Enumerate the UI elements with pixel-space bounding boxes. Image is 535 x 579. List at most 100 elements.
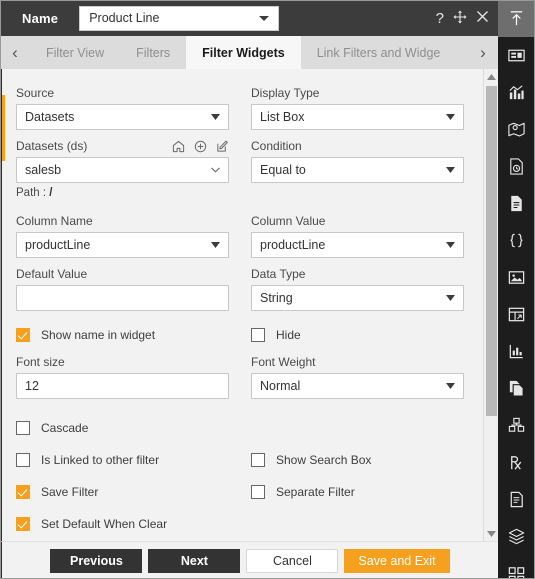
grid-blocks-icon [508, 567, 525, 579]
rail-item-copy-pages[interactable] [498, 370, 535, 407]
font-size-value: 12 [25, 379, 39, 393]
checkbox-box [251, 328, 265, 342]
tabs-list: Filter View Filters Filter Widgets Link … [30, 36, 468, 69]
next-button[interactable]: Next [148, 548, 241, 573]
font-weight-label: Font Weight [251, 355, 316, 369]
bar-chart-icon [509, 344, 523, 359]
prescription-icon [511, 456, 522, 470]
display-type-select[interactable]: List Box [251, 104, 464, 130]
rail-item-document-clock[interactable] [498, 148, 535, 185]
rail-item-table[interactable] [498, 296, 535, 333]
scroll-up-arrow[interactable] [484, 69, 499, 84]
edit-icon[interactable] [216, 140, 229, 153]
data-type-select[interactable]: String [251, 285, 464, 311]
checkbox-label: Cascade [41, 421, 89, 435]
add-circle-icon[interactable] [194, 140, 207, 153]
dialog-footer: Previous Next Cancel Save and Exit [0, 541, 498, 579]
rail-item-code-braces[interactable] [498, 222, 535, 259]
checkbox-box [251, 485, 265, 499]
column-name-select[interactable]: productLine [16, 232, 229, 258]
tabs-next-arrow[interactable]: › [468, 36, 498, 69]
checkbox-show-search-box[interactable]: Show Search Box [251, 453, 464, 467]
checkbox-label: Save Filter [41, 485, 99, 499]
rail-item-map[interactable] [498, 111, 535, 148]
help-icon[interactable]: ? [436, 11, 444, 26]
checkbox-box [16, 453, 30, 467]
clipboard-icon [510, 491, 523, 508]
tab-bar: ‹ Filter View Filters Filter Widgets Lin… [0, 36, 498, 69]
rail-item-document[interactable] [498, 185, 535, 222]
checkbox-show-name-in-widget[interactable]: Show name in widget [16, 328, 229, 342]
tab-filter-view[interactable]: Filter View [30, 36, 120, 69]
active-section-indicator [2, 95, 5, 161]
name-select[interactable]: Product Line [79, 5, 280, 31]
rail-item-panel[interactable] [498, 37, 535, 74]
checkbox-label: Is Linked to other filter [41, 453, 160, 467]
source-value: Datasets [25, 110, 75, 124]
checkbox-label: Show name in widget [41, 328, 156, 342]
map-icon [508, 122, 525, 137]
scrollbar-thumb[interactable] [486, 86, 497, 416]
checkbox-box [16, 485, 30, 499]
font-size-label: Font size [16, 355, 65, 369]
form-scroll-area: Source Datasets Display Type List Box Da… [0, 69, 498, 541]
tab-filters[interactable]: Filters [120, 36, 186, 69]
filter-widget-dialog: Name Product Line ? ‹ Filter View Filter… [0, 0, 535, 579]
path-label: Path : [16, 187, 47, 199]
condition-label: Condition [251, 139, 302, 153]
filter-widget-form: Source Datasets Display Type List Box Da… [2, 69, 486, 541]
column-value-select[interactable]: productLine [251, 232, 464, 258]
close-icon[interactable] [476, 10, 489, 26]
scroll-down-arrow[interactable] [484, 526, 499, 541]
previous-button[interactable]: Previous [50, 548, 143, 573]
checkbox-save-filter[interactable]: Save Filter [16, 485, 229, 499]
datasets-label-row: Datasets (ds) [16, 139, 229, 153]
source-select[interactable]: Datasets [16, 104, 229, 130]
document-icon [511, 195, 522, 212]
move-icon[interactable] [453, 10, 467, 27]
home-icon[interactable] [172, 140, 185, 153]
source-label: Source [16, 86, 55, 100]
chevron-down-icon [211, 114, 220, 120]
datasets-actions [172, 140, 229, 153]
font-size-input[interactable]: 12 [16, 373, 229, 399]
name-select-value: Product Line [89, 11, 160, 25]
checkbox-hide[interactable]: Hide [251, 328, 464, 342]
checkbox-box [16, 517, 30, 531]
datasets-label: Datasets (ds) [16, 139, 88, 153]
layers-icon [508, 528, 525, 545]
rail-item-clipboard[interactable] [498, 481, 535, 518]
form-scrollbar[interactable] [483, 69, 498, 541]
datasets-select[interactable]: salesb [16, 157, 229, 183]
rail-item-image[interactable] [498, 259, 535, 296]
condition-value: Equal to [260, 163, 306, 177]
tabs-prev-arrow[interactable]: ‹ [0, 36, 30, 69]
tab-filter-widgets[interactable]: Filter Widgets [186, 36, 301, 69]
chart-icon [509, 85, 524, 100]
rail-item-layers[interactable] [498, 518, 535, 555]
checkbox-label: Hide [276, 328, 301, 342]
title-bar-actions: ? [436, 10, 489, 27]
font-weight-select[interactable]: Normal [251, 373, 464, 399]
rail-item-bar-chart[interactable] [498, 333, 535, 370]
rail-item-chart[interactable] [498, 74, 535, 111]
checkbox-cascade[interactable]: Cascade [16, 421, 229, 435]
condition-select[interactable]: Equal to [251, 157, 464, 183]
rail-item-collapse-up[interactable] [498, 0, 535, 37]
copy-pages-icon [509, 380, 524, 397]
cancel-button[interactable]: Cancel [246, 548, 339, 573]
checkbox-set-default-when-clear[interactable]: Set Default When Clear [16, 517, 229, 531]
checkbox-box [16, 421, 30, 435]
checkbox-separate-filter[interactable]: Separate Filter [251, 485, 464, 499]
rail-item-grid-blocks[interactable] [498, 555, 535, 579]
default-value-input[interactable] [16, 285, 229, 311]
tab-link-filters-and-widgets[interactable]: Link Filters and Widge [301, 36, 457, 69]
checkbox-is-linked-to-other-filter[interactable]: Is Linked to other filter [16, 453, 229, 467]
table-icon [508, 307, 525, 322]
checkbox-label: Separate Filter [276, 485, 355, 499]
rail-item-prescription[interactable] [498, 444, 535, 481]
chevron-down-icon [446, 295, 455, 301]
rail-item-cubes[interactable] [498, 407, 535, 444]
display-type-label: Display Type [251, 86, 320, 100]
save-and-exit-button[interactable]: Save and Exit [344, 548, 450, 573]
